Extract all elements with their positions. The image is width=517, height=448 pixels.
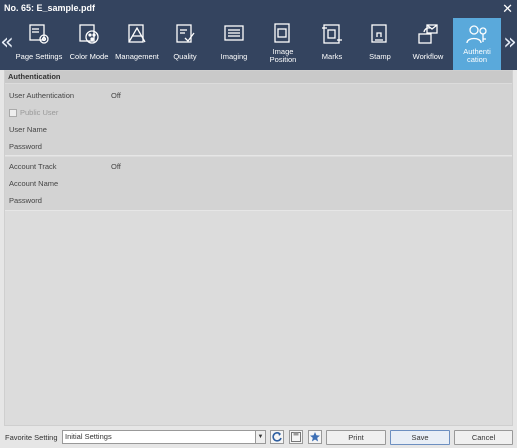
- tab-authentication[interactable]: Authenti cation: [453, 18, 501, 70]
- tab-label: Authenti cation: [453, 48, 501, 64]
- tab-label: Image Position: [269, 47, 297, 64]
- color-mode-icon: [77, 22, 101, 46]
- public-user-row: Public User: [5, 105, 512, 121]
- tab-management[interactable]: Management: [112, 18, 162, 70]
- chevron-down-icon: ▼: [255, 431, 265, 443]
- close-icon[interactable]: ✕: [502, 1, 513, 16]
- scroll-right-icon[interactable]: »: [503, 28, 517, 58]
- settings-toolbar: « Page Settings Color Mode Management Qu…: [0, 18, 517, 70]
- stamp-icon: [368, 22, 392, 46]
- management-icon: [125, 22, 149, 46]
- account-name-label: Account Name: [9, 179, 59, 188]
- image-position-icon: [271, 22, 295, 46]
- cancel-button[interactable]: Cancel: [454, 430, 513, 445]
- tab-label: Quality: [173, 52, 197, 61]
- marks-icon: [320, 22, 344, 46]
- quality-icon: [173, 22, 197, 46]
- tab-marks[interactable]: Marks: [309, 18, 355, 70]
- section-title: Authentication: [5, 71, 512, 83]
- tab-label: Marks: [321, 52, 343, 61]
- refresh-icon: [272, 432, 282, 442]
- footer-bar: Favorite Setting Initial Settings ▼ Prin…: [0, 428, 517, 448]
- tab-label-line2: cation: [466, 55, 487, 64]
- password-label: Password: [9, 142, 42, 151]
- public-user-label: Public User: [20, 108, 59, 117]
- account-name-row[interactable]: Account Name: [5, 176, 512, 192]
- account-track-label: Account Track: [9, 162, 57, 171]
- imaging-icon: [222, 22, 246, 46]
- favorite-setting-label: Favorite Setting: [5, 433, 58, 442]
- account-track-group: Account Track Off Account Name Password: [5, 157, 512, 211]
- save-favorite-button[interactable]: [289, 430, 303, 444]
- authentication-icon: [465, 22, 489, 46]
- account-password-label: Password: [9, 196, 42, 205]
- refresh-button[interactable]: [270, 430, 284, 444]
- tab-label: Imaging: [220, 52, 248, 61]
- tab-page-settings[interactable]: Page Settings: [14, 18, 64, 70]
- account-password-row[interactable]: Password: [5, 193, 512, 209]
- public-user-checkbox[interactable]: [9, 109, 17, 117]
- title-bar: No. 65: E_sample.pdf ✕: [0, 0, 517, 18]
- user-name-label: User Name: [9, 125, 47, 134]
- scroll-left-icon[interactable]: «: [0, 28, 14, 58]
- tab-stamp[interactable]: Stamp: [357, 18, 403, 70]
- floppy-disk-icon: [291, 432, 301, 442]
- page-settings-icon: [27, 22, 51, 46]
- tab-imaging[interactable]: Imaging: [211, 18, 257, 70]
- tab-label: Workflow: [412, 52, 444, 61]
- favorite-setting-value: Initial Settings: [65, 432, 112, 441]
- tab-label: Page Settings: [15, 52, 63, 61]
- tab-color-mode[interactable]: Color Mode: [66, 18, 112, 70]
- window-title: No. 65: E_sample.pdf: [4, 3, 96, 13]
- favorite-setting-select[interactable]: Initial Settings ▼: [62, 430, 266, 444]
- password-row[interactable]: Password: [5, 139, 512, 155]
- workflow-icon: [416, 22, 440, 46]
- tab-workflow[interactable]: Workflow: [405, 18, 451, 70]
- save-button[interactable]: Save: [390, 430, 450, 445]
- add-favorite-button[interactable]: [308, 430, 322, 444]
- print-button[interactable]: Print: [326, 430, 386, 445]
- account-track-row[interactable]: Account Track Off: [5, 159, 512, 175]
- tab-quality[interactable]: Quality: [163, 18, 207, 70]
- user-name-row[interactable]: User Name: [5, 122, 512, 138]
- star-icon: [310, 432, 320, 442]
- tab-image-position[interactable]: Image Position: [259, 18, 307, 70]
- user-authentication-label: User Authentication: [9, 91, 75, 100]
- tab-label: Management: [115, 52, 159, 61]
- tab-label: Color Mode: [69, 52, 109, 61]
- authentication-group: User Authentication Off Public User User…: [5, 84, 512, 156]
- user-authentication-value: Off: [111, 91, 121, 100]
- account-track-value: Off: [111, 162, 121, 171]
- tab-label: Stamp: [369, 52, 391, 61]
- user-authentication-row[interactable]: User Authentication Off: [5, 88, 512, 104]
- settings-panel: Authentication User Authentication Off P…: [4, 70, 513, 426]
